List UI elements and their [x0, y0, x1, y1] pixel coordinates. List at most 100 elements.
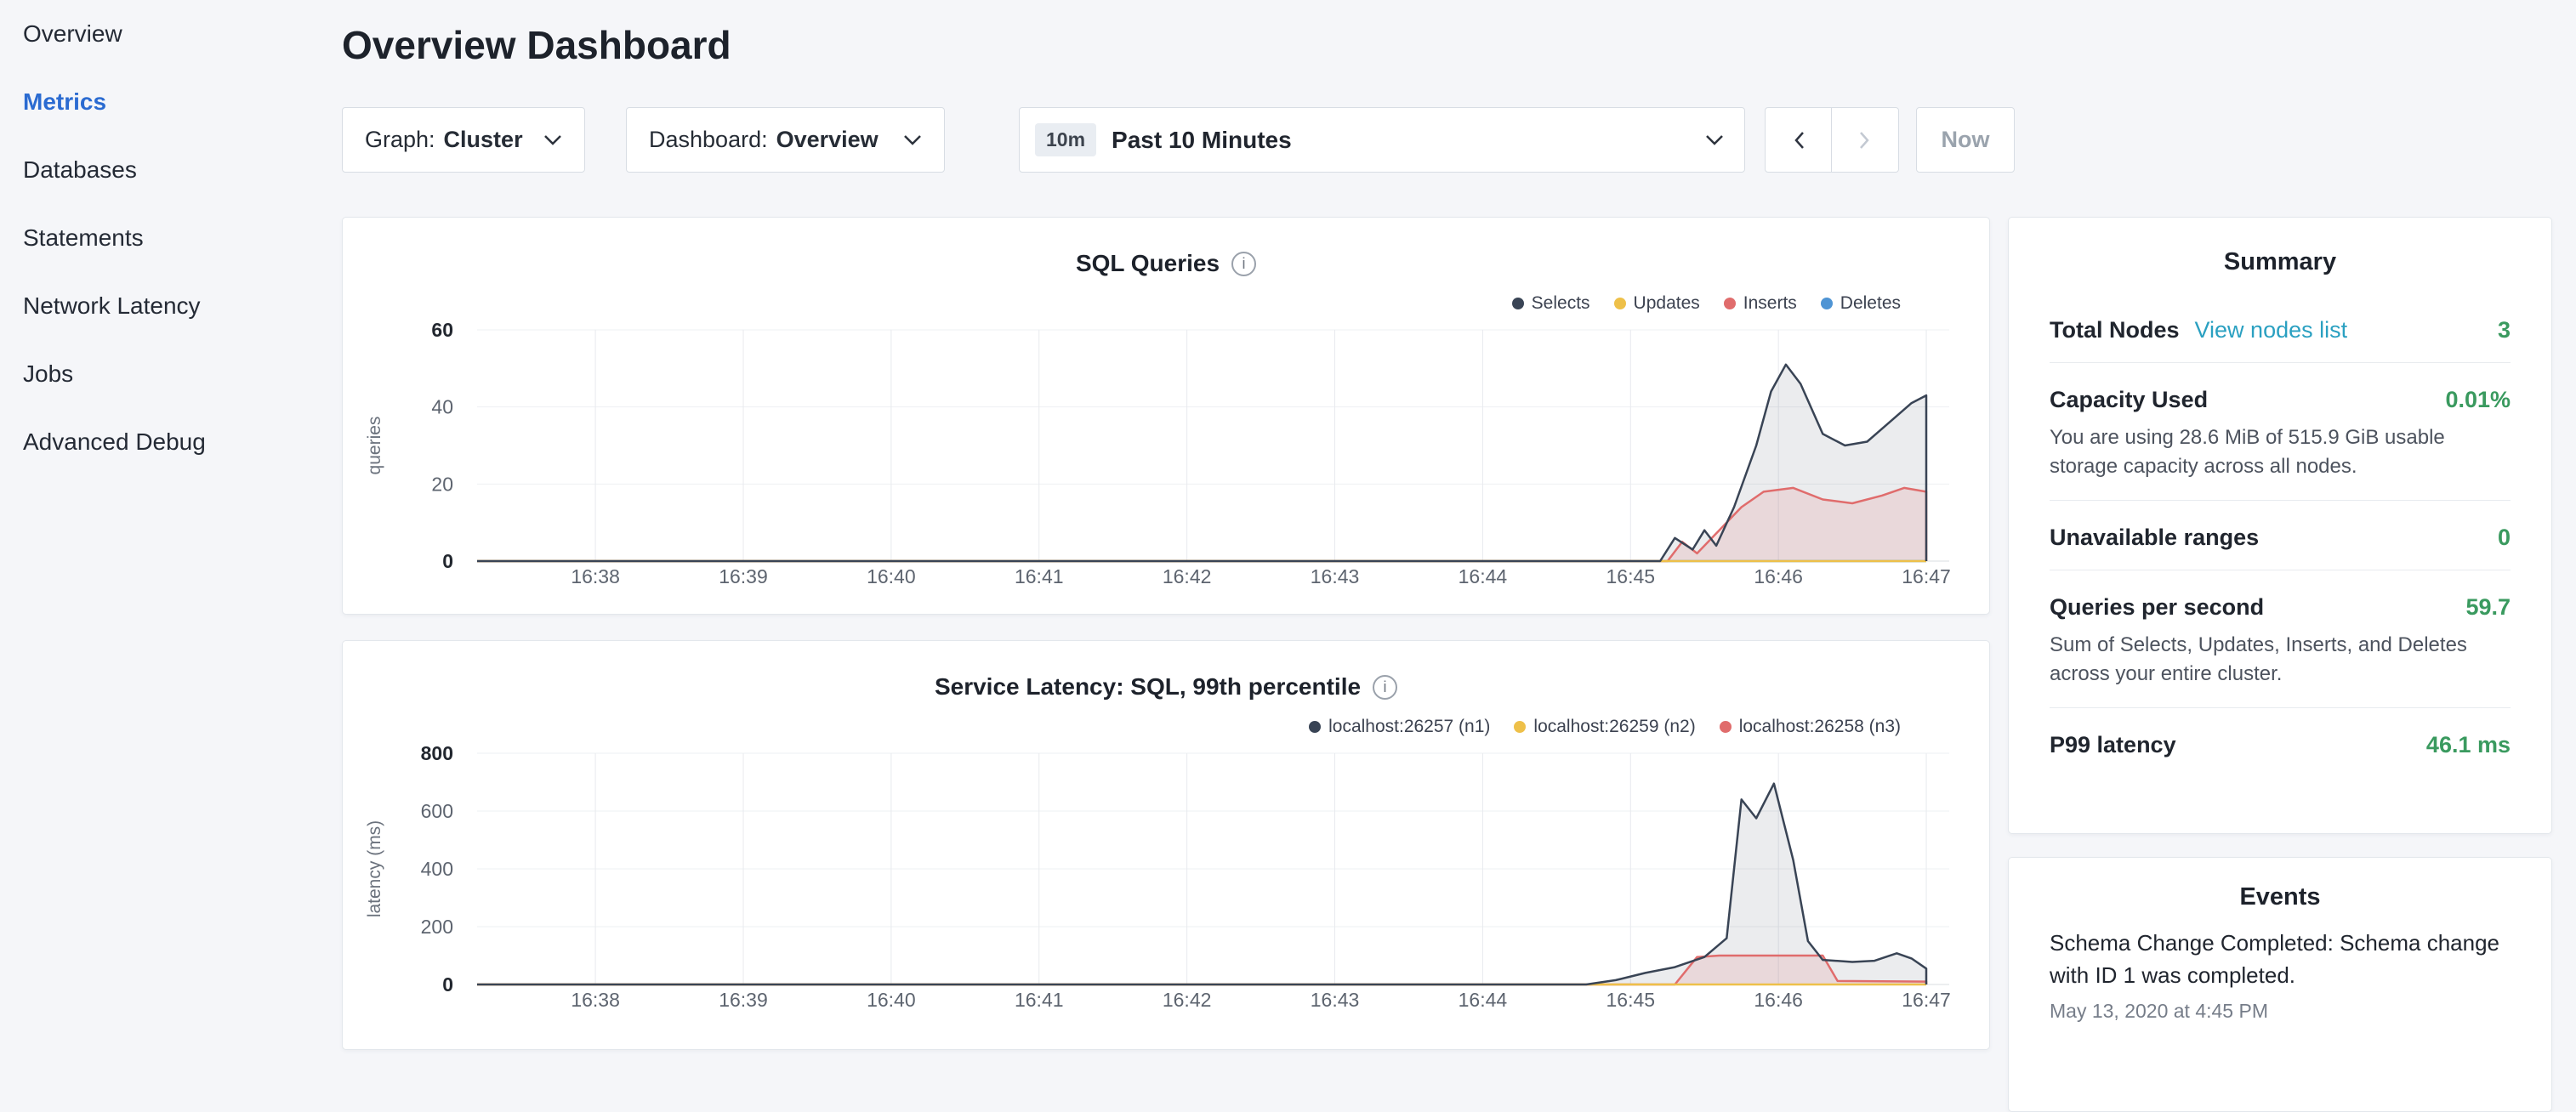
graph-dropdown-value: Cluster [444, 127, 523, 153]
time-back-button[interactable] [1765, 107, 1832, 173]
time-range-badge: 10m [1035, 123, 1096, 156]
legend-dot-icon [1309, 721, 1321, 733]
event-message: Schema Change Completed: Schema change w… [2050, 927, 2511, 991]
toolbar: Graph: Cluster Dashboard: Overview 10m P… [342, 107, 2015, 173]
summary-value: 0 [2498, 525, 2511, 551]
svg-text:latency (ms): latency (ms) [365, 820, 384, 917]
sql-queries-chart: 020406016:3816:3916:4016:4116:4216:4316:… [343, 315, 1989, 604]
summary-description: Sum of Selects, Updates, Inserts, and De… [2050, 631, 2511, 689]
right-column: Summary Total Nodes View nodes list 3 Ca… [2008, 217, 2552, 1112]
dashboard-dropdown[interactable]: Dashboard: Overview [626, 107, 945, 173]
svg-text:0: 0 [442, 550, 453, 572]
legend-item: Deletes [1821, 293, 1901, 314]
summary-description: You are using 28.6 MiB of 515.9 GiB usab… [2050, 423, 2511, 481]
svg-text:16:39: 16:39 [719, 989, 768, 1011]
legend-dot-icon [1512, 298, 1524, 309]
svg-text:queries: queries [365, 417, 384, 475]
legend-label: Inserts [1743, 293, 1797, 314]
legend-label: Deletes [1840, 293, 1901, 314]
svg-text:16:47: 16:47 [1902, 989, 1951, 1011]
sidebar-item-jobs[interactable]: Jobs [23, 340, 329, 408]
svg-text:16:40: 16:40 [867, 989, 916, 1011]
svg-text:16:43: 16:43 [1311, 565, 1360, 587]
info-icon[interactable] [1231, 252, 1256, 276]
svg-text:16:38: 16:38 [571, 989, 620, 1011]
chevron-left-icon [1792, 130, 1805, 150]
sidebar-item-metrics[interactable]: Metrics [23, 68, 329, 136]
legend-dot-icon [1821, 298, 1833, 309]
chart-legend: localhost:26257 (n1) localhost:26259 (n2)… [343, 716, 1989, 738]
legend-label: localhost:26257 (n1) [1328, 717, 1490, 737]
service-latency-chart: 020040060080016:3816:3916:4016:4116:4216… [343, 738, 1989, 1027]
time-step-button-group [1765, 107, 1899, 173]
svg-text:16:46: 16:46 [1754, 565, 1803, 587]
view-nodes-list-link[interactable]: View nodes list [2195, 317, 2348, 343]
svg-text:16:43: 16:43 [1311, 989, 1360, 1011]
legend-item: Updates [1614, 293, 1700, 314]
svg-text:16:47: 16:47 [1902, 565, 1951, 587]
chevron-down-icon [903, 134, 922, 145]
sidebar-item-advanced-debug[interactable]: Advanced Debug [23, 408, 329, 476]
summary-value: 0.01% [2445, 387, 2511, 413]
sql-queries-panel: SQL Queries Selects Updates Inserts Deletes… [342, 217, 1990, 615]
dashboard-dropdown-value: Overview [776, 127, 879, 153]
svg-text:400: 400 [421, 858, 453, 880]
graph-dropdown-label: Graph: [365, 127, 435, 153]
legend-label: Updates [1634, 293, 1700, 314]
chart-legend: Selects Updates Inserts Deletes [343, 292, 1989, 315]
svg-text:16:45: 16:45 [1606, 565, 1656, 587]
legend-label: localhost:26258 (n3) [1739, 717, 1901, 737]
page-title: Overview Dashboard [342, 22, 731, 68]
now-button[interactable]: Now [1916, 107, 2015, 173]
events-title: Events [2050, 858, 2511, 911]
legend-dot-icon [1724, 298, 1736, 309]
event-timestamp: May 13, 2020 at 4:45 PM [2050, 1000, 2511, 1023]
legend-item: Inserts [1724, 293, 1797, 314]
svg-text:16:42: 16:42 [1163, 989, 1212, 1011]
chevron-down-icon [1705, 134, 1724, 145]
sidebar-item-statements[interactable]: Statements [23, 204, 329, 272]
svg-text:16:45: 16:45 [1606, 989, 1656, 1011]
time-range-selector[interactable]: 10m Past 10 Minutes [1019, 107, 1745, 173]
svg-text:16:41: 16:41 [1015, 565, 1064, 587]
legend-label: localhost:26259 (n2) [1533, 717, 1695, 737]
time-forward-button[interactable] [1832, 107, 1899, 173]
charts-column: SQL Queries Selects Updates Inserts Deletes… [342, 217, 1990, 1050]
info-icon[interactable] [1373, 675, 1397, 700]
summary-row-capacity-used: Capacity Used 0.01% You are using 28.6 M… [2050, 363, 2511, 501]
svg-text:40: 40 [431, 396, 453, 418]
sidebar-item-databases[interactable]: Databases [23, 136, 329, 204]
legend-dot-icon [1720, 721, 1732, 733]
sidebar-item-network-latency[interactable]: Network Latency [23, 272, 329, 340]
sidebar-item-overview[interactable]: Overview [23, 0, 329, 68]
svg-text:20: 20 [431, 473, 453, 495]
summary-label: Unavailable ranges [2050, 525, 2259, 551]
legend-item: localhost:26259 (n2) [1514, 717, 1695, 737]
summary-title: Summary [2050, 218, 2511, 276]
legend-item: localhost:26257 (n1) [1309, 717, 1490, 737]
summary-value: 46.1 ms [2426, 732, 2511, 758]
chevron-right-icon [1858, 130, 1872, 150]
summary-value: 3 [2498, 317, 2511, 343]
svg-text:16:38: 16:38 [571, 565, 620, 587]
legend-dot-icon [1614, 298, 1626, 309]
svg-text:16:41: 16:41 [1015, 989, 1064, 1011]
dashboard-dropdown-label: Dashboard: [649, 127, 768, 153]
svg-text:16:39: 16:39 [719, 565, 768, 587]
chart-title: SQL Queries [1076, 250, 1220, 277]
chart-title: Service Latency: SQL, 99th percentile [935, 673, 1361, 701]
legend-item: Selects [1512, 293, 1590, 314]
summary-panel: Summary Total Nodes View nodes list 3 Ca… [2008, 217, 2552, 834]
summary-row-p99-latency: P99 latency 46.1 ms [2050, 708, 2511, 777]
chart-canvas: 020406016:3816:3916:4016:4116:4216:4316:… [343, 315, 1989, 604]
summary-value: 59.7 [2465, 594, 2511, 621]
events-panel: Events Schema Change Completed: Schema c… [2008, 857, 2552, 1112]
legend-label: Selects [1532, 293, 1590, 314]
svg-text:600: 600 [421, 800, 453, 822]
svg-text:16:46: 16:46 [1754, 989, 1803, 1011]
graph-dropdown[interactable]: Graph: Cluster [342, 107, 585, 173]
summary-label: P99 latency [2050, 732, 2176, 758]
chart-canvas: 020040060080016:3816:3916:4016:4116:4216… [343, 738, 1989, 1027]
legend-dot-icon [1514, 721, 1526, 733]
legend-item: localhost:26258 (n3) [1720, 717, 1901, 737]
